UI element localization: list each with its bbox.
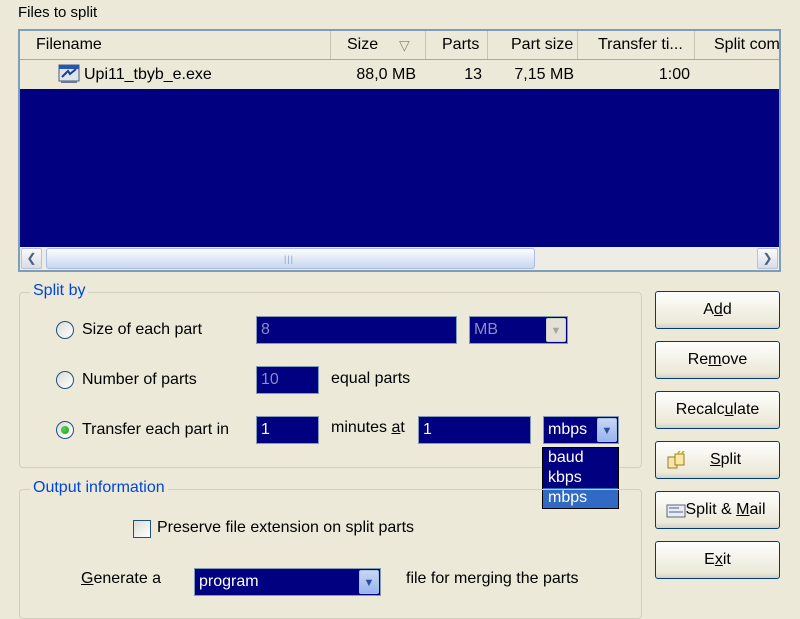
generate-label: Generate a	[81, 570, 161, 588]
column-split-com-label: Split com	[714, 36, 780, 53]
number-of-parts-input[interactable]: 10	[256, 366, 319, 394]
chevron-down-icon[interactable]: ▼	[597, 418, 617, 442]
column-size[interactable]: Size ▽	[331, 31, 426, 59]
split-label-post: plit	[720, 451, 742, 468]
column-filename-label: Filename	[36, 36, 102, 53]
column-split-com[interactable]: Split com	[695, 31, 780, 59]
scroll-right-icon[interactable]: ❯	[757, 248, 778, 269]
exit-button[interactable]: Exit	[655, 541, 780, 579]
option-kbps[interactable]: kbps	[543, 468, 618, 488]
files-to-split-label: Files to split	[18, 4, 98, 21]
split-mail-label-post: ail	[749, 501, 766, 518]
split-mail-mnemonic: M	[736, 501, 750, 518]
horizontal-scrollbar[interactable]: ❮ ||| ❯	[20, 247, 779, 270]
merge-type-dropdown[interactable]: program ▼	[194, 568, 381, 596]
exit-label-post: it	[722, 551, 731, 568]
merge-parts-label: file for merging the parts	[406, 570, 579, 587]
size-option-label: Size of each part	[82, 321, 203, 338]
table-row[interactable]: Upi11_tbyb_e.exe 88,0 MB 13 7,15 MB 1:00	[20, 60, 779, 89]
size-unit-dropdown[interactable]: MB ▼	[469, 316, 568, 344]
option-baud[interactable]: baud	[543, 448, 618, 468]
scroll-grip-icon: |||	[284, 254, 295, 264]
remove-mnemonic: m	[708, 351, 722, 368]
recalculate-mnemonic: u	[724, 401, 734, 418]
recalculate-label-post: late	[733, 401, 760, 418]
remove-label-pre: Re	[687, 351, 709, 368]
size-unit-value: MB	[474, 321, 498, 338]
minutes-at-rest: t	[400, 419, 405, 436]
transfer-radio[interactable]	[56, 421, 74, 439]
minutes-at-label: minutes at	[331, 419, 405, 437]
minutes-input[interactable]: 1	[256, 416, 319, 444]
list-header: Filename Size ▽ Parts Part size Transfer…	[20, 31, 779, 60]
column-size-label: Size	[347, 36, 379, 53]
output-information-title: Output information	[30, 479, 168, 497]
scrollbar-thumb[interactable]: |||	[46, 248, 535, 269]
chevron-down-icon: ▼	[546, 318, 566, 342]
split-button[interactable]: Split	[655, 441, 780, 479]
generate-rest: enerate a	[93, 570, 162, 587]
size-radio[interactable]	[56, 321, 74, 339]
column-transfer-time-label: Transfer ti...	[598, 36, 683, 53]
column-transfer-time[interactable]: Transfer ti...	[578, 31, 695, 59]
minutes-text: minutes	[331, 419, 392, 436]
installer-file-icon	[58, 64, 80, 83]
sort-descending-icon: ▽	[399, 37, 410, 53]
add-button[interactable]: Add	[655, 291, 780, 329]
split-mnemonic: S	[709, 451, 721, 468]
split-mail-label-pre: Split &	[685, 501, 737, 518]
exit-mnemonic: x	[714, 551, 723, 568]
row-transfer-time: 1:00	[658, 66, 690, 83]
split-files-icon	[667, 451, 685, 469]
exit-label-pre: E	[704, 551, 715, 568]
transfer-option-label: Transfer each part in	[82, 421, 230, 438]
split-by-title: Split by	[30, 282, 89, 300]
number-option-label: Number of parts	[82, 371, 197, 388]
column-filename[interactable]: Filename	[20, 31, 331, 59]
chevron-down-icon[interactable]: ▼	[359, 570, 379, 594]
equal-parts-label: equal parts	[331, 370, 411, 387]
recalculate-label-pre: Recalc	[675, 401, 725, 418]
column-parts[interactable]: Parts	[426, 31, 488, 59]
row-size: 88,0 MB	[356, 66, 416, 83]
split-label: Split	[694, 451, 741, 468]
column-part-size[interactable]: Part size	[488, 31, 578, 59]
speed-unit-value: mbps	[548, 421, 588, 438]
column-parts-label: Parts	[442, 36, 480, 53]
add-label-pre: A	[703, 301, 714, 318]
speed-input[interactable]: 1	[418, 416, 531, 444]
row-parts: 13	[464, 66, 482, 83]
row-filename: Upi11_tbyb_e.exe	[84, 66, 212, 83]
column-part-size-label: Part size	[511, 36, 574, 53]
add-label-post: d	[722, 301, 732, 318]
preserve-extension-checkbox[interactable]	[133, 520, 151, 538]
radio-selected-dot	[61, 426, 69, 434]
speed-unit-dropdown[interactable]: mbps ▼	[543, 416, 619, 444]
recalculate-button[interactable]: Recalculate	[655, 391, 780, 429]
part-size-input[interactable]: 8	[256, 316, 457, 344]
split-mail-button[interactable]: Split & Mail	[655, 491, 780, 529]
merge-type-value: program	[199, 573, 259, 590]
generate-mnemonic: G	[81, 570, 94, 587]
add-mnemonic: d	[713, 301, 723, 318]
remove-label-post: ove	[721, 351, 748, 368]
row-part-size: 7,15 MB	[514, 66, 574, 83]
preserve-extension-label: Preserve file extension on split parts	[157, 519, 415, 536]
files-list-view[interactable]: Filename Size ▽ Parts Part size Transfer…	[18, 29, 781, 272]
remove-button[interactable]: Remove	[655, 341, 780, 379]
scroll-left-icon[interactable]: ❮	[21, 248, 42, 269]
mail-icon	[666, 504, 686, 518]
number-radio[interactable]	[56, 371, 74, 389]
